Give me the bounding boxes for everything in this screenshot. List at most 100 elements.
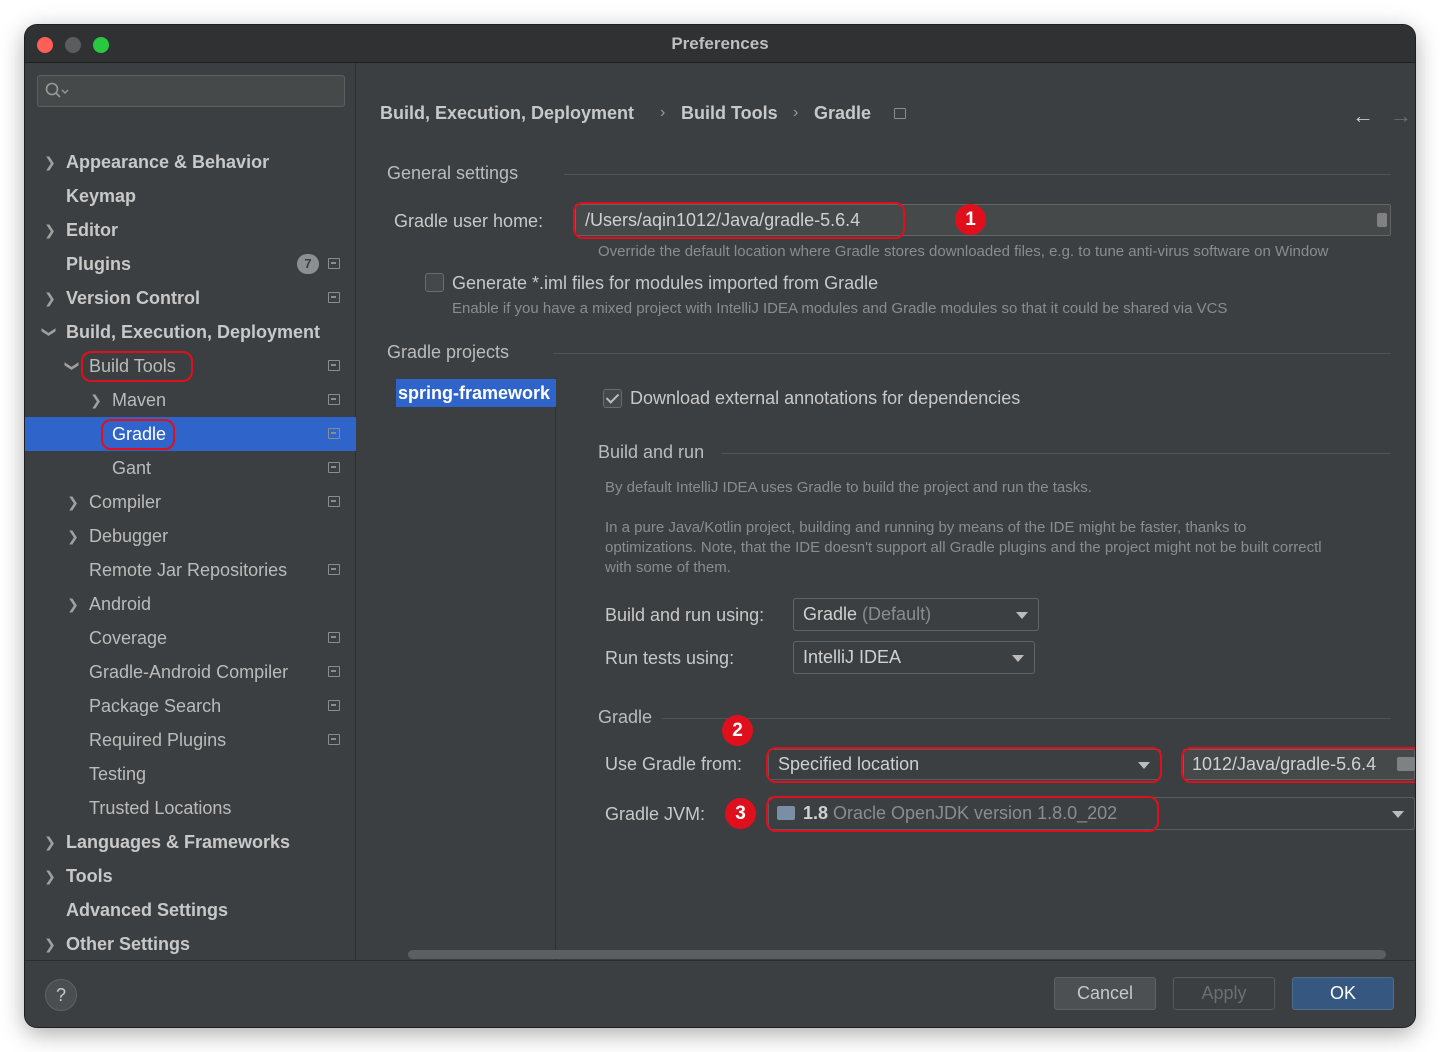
run-tests-using-label: Run tests using:	[605, 648, 735, 668]
breadcrumb-item[interactable]: Build Tools	[681, 103, 778, 124]
build-run-using-select[interactable]: Gradle (Default)	[793, 598, 1039, 631]
search-icon	[45, 82, 69, 98]
chevron-down-icon	[1392, 811, 1404, 818]
horizontal-scrollbar[interactable]	[408, 950, 1386, 959]
chevron-down-icon	[1016, 612, 1028, 619]
build-run-description: In a pure Java/Kotlin project, building …	[605, 519, 1247, 536]
sidebar-item-tools[interactable]: ❯ Tools	[25, 859, 356, 893]
generate-iml-checkbox[interactable]	[425, 273, 444, 292]
sidebar-item-testing[interactable]: Testing	[25, 757, 356, 791]
section-divider	[662, 718, 1391, 719]
title-bar: Preferences	[25, 25, 1415, 63]
project-settings-icon	[328, 258, 340, 269]
marker-2: 2	[722, 715, 753, 746]
folder-icon[interactable]	[1377, 213, 1387, 227]
project-settings-icon	[328, 462, 340, 473]
use-gradle-from-select[interactable]: Specified location	[768, 749, 1161, 780]
sidebar-item-coverage[interactable]: Coverage	[25, 621, 356, 655]
settings-content: Build, Execution, Deployment › Build Too…	[357, 63, 1415, 962]
sidebar-item-gradle-android-compiler[interactable]: Gradle-Android Compiler	[25, 655, 356, 689]
sidebar-item-gant[interactable]: Gant	[25, 451, 356, 485]
chevron-right-icon: ❯	[67, 528, 79, 544]
cancel-button[interactable]: Cancel	[1054, 977, 1156, 1010]
chevron-right-icon: ❯	[44, 222, 56, 238]
download-annotations-label: Download external annotations for depend…	[630, 388, 1021, 408]
gradle-location-field[interactable]: 1012/Java/gradle-5.6.4	[1183, 749, 1415, 780]
sidebar-item-maven[interactable]: ❯ Maven	[25, 383, 356, 417]
sidebar-item-appearance-behavior[interactable]: ❯ Appearance & Behavior	[25, 145, 356, 179]
project-settings-icon	[328, 632, 340, 643]
sidebar-item-keymap[interactable]: Keymap	[25, 179, 356, 213]
generate-iml-label: Generate *.iml files for modules importe…	[452, 273, 879, 293]
jdk-folder-icon	[777, 806, 795, 820]
gradle-section-title: Gradle	[598, 707, 653, 727]
sidebar-item-package-search[interactable]: Package Search	[25, 689, 356, 723]
folder-icon[interactable]	[1397, 757, 1415, 771]
generate-iml-hint: Enable if you have a mixed project with …	[452, 300, 1228, 317]
section-divider	[721, 453, 1391, 454]
forward-arrow-icon[interactable]: →	[1390, 103, 1412, 129]
chevron-right-icon: ❯	[44, 868, 56, 884]
chevron-right-icon: ❯	[44, 834, 56, 850]
sidebar-item-remote-jar-repositories[interactable]: Remote Jar Repositories	[25, 553, 356, 587]
chevron-right-icon: ❯	[67, 494, 79, 510]
apply-button[interactable]: Apply	[1173, 977, 1275, 1010]
project-settings-icon	[894, 108, 906, 119]
plugins-update-badge: 7	[297, 254, 319, 274]
preferences-window: Preferences ❯ Appearance & Behavior Keym…	[25, 25, 1415, 1027]
gradle-projects-title: Gradle projects	[387, 342, 510, 362]
build-run-description: with some of them.	[605, 559, 731, 576]
build-run-description: By default IntelliJ IDEA uses Gradle to …	[605, 479, 1092, 496]
project-settings-icon	[328, 360, 340, 371]
marker-1: 1	[955, 204, 986, 235]
search-input[interactable]	[37, 75, 345, 107]
project-settings-icon	[328, 666, 340, 677]
breadcrumb-item: Gradle	[814, 103, 872, 123]
chevron-right-icon: ❯	[44, 154, 56, 170]
sidebar-item-build-execution-deployment[interactable]: ❯ Build, Execution, Deployment	[25, 315, 356, 349]
chevron-right-icon: ❯	[44, 290, 56, 306]
sidebar-item-gradle[interactable]: Gradle	[25, 417, 356, 451]
chevron-right-icon: ❯	[67, 596, 79, 612]
chevron-right-icon: ❯	[90, 392, 102, 408]
gradle-jvm-select[interactable]: 1.8 Oracle OpenJDK version 1.8.0_202	[768, 797, 1415, 830]
window-title: Preferences	[671, 34, 769, 53]
project-settings-icon	[328, 394, 340, 405]
run-tests-using-select[interactable]: IntelliJ IDEA	[793, 641, 1035, 674]
sidebar-item-advanced-settings[interactable]: Advanced Settings	[25, 893, 356, 927]
project-item-spring-framework[interactable]: spring-framework	[396, 379, 556, 407]
marker-3: 3	[725, 798, 756, 829]
user-home-hint: Override the default location where Grad…	[598, 243, 1329, 260]
breadcrumb-separator: ›	[660, 104, 666, 121]
gradle-user-home-label: Gradle user home:	[394, 211, 544, 231]
sidebar-item-trusted-locations[interactable]: Trusted Locations	[25, 791, 356, 825]
sidebar-item-version-control[interactable]: ❯ Version Control	[25, 281, 356, 315]
sidebar-item-editor[interactable]: ❯ Editor	[25, 213, 356, 247]
settings-sidebar: ❯ Appearance & Behavior Keymap ❯ Editor …	[25, 63, 356, 960]
chevron-down-icon: ❯	[65, 360, 81, 372]
sidebar-item-android[interactable]: ❯ Android	[25, 587, 356, 621]
build-run-using-label: Build and run using:	[605, 605, 765, 625]
breadcrumb-item[interactable]: Build, Execution, Deployment	[380, 103, 634, 124]
general-settings-title: General settings	[387, 163, 519, 183]
sidebar-item-build-tools[interactable]: ❯ Build Tools	[25, 349, 356, 383]
chevron-down-icon	[1138, 762, 1150, 769]
ok-button[interactable]: OK	[1292, 977, 1394, 1010]
download-annotations-checkbox[interactable]	[603, 389, 622, 408]
sidebar-item-debugger[interactable]: ❯ Debugger	[25, 519, 356, 553]
chevron-right-icon: ❯	[44, 936, 56, 952]
sidebar-item-compiler[interactable]: ❯ Compiler	[25, 485, 356, 519]
sidebar-item-other-settings[interactable]: ❯ Other Settings	[25, 927, 356, 961]
project-settings-icon	[328, 428, 340, 439]
gradle-projects-list: spring-framework	[394, 377, 556, 962]
project-settings-icon	[328, 700, 340, 711]
project-settings-icon	[328, 496, 340, 507]
sidebar-item-languages-frameworks[interactable]: ❯ Languages & Frameworks	[25, 825, 356, 859]
section-divider	[553, 353, 1391, 354]
chevron-down-icon: ❯	[42, 326, 58, 338]
help-button[interactable]: ?	[45, 979, 77, 1011]
sidebar-item-required-plugins[interactable]: Required Plugins	[25, 723, 356, 757]
back-arrow-icon[interactable]: ←	[1352, 103, 1374, 129]
breadcrumb-separator: ›	[793, 104, 799, 121]
sidebar-item-plugins[interactable]: Plugins 7	[25, 247, 356, 281]
